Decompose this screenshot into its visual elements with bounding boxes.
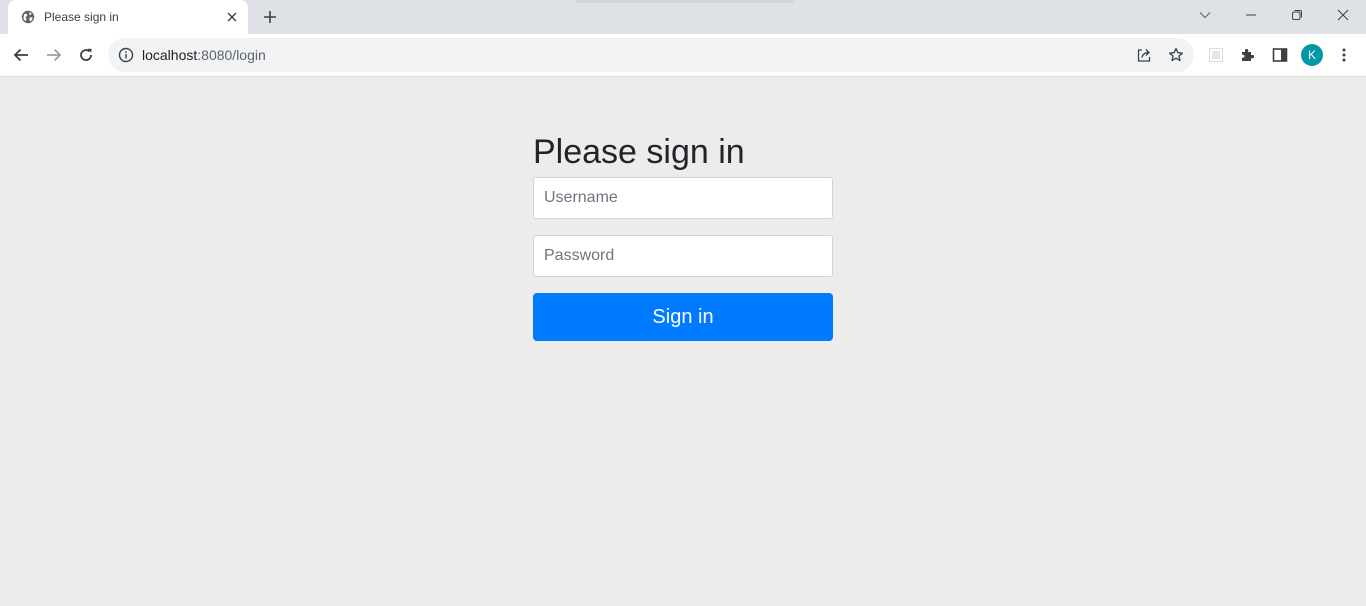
tab-strip: Please sign in [0,0,1366,34]
arrow-left-icon [13,48,28,62]
close-window-icon[interactable] [1320,0,1366,30]
username-input[interactable] [533,177,833,219]
sign-in-button[interactable]: Sign in [533,293,833,341]
kebab-menu-icon[interactable] [1332,43,1356,67]
side-panel-icon[interactable] [1268,43,1292,67]
tab-title: Please sign in [44,10,119,24]
browser-toolbar: localhost:8080/login K [0,34,1366,77]
reload-icon [80,48,92,61]
address-bar[interactable]: localhost:8080/login [108,38,1194,72]
chevron-down-icon[interactable] [1182,0,1228,30]
tab-drag-area [575,0,795,3]
browser-tab[interactable]: Please sign in [8,0,248,34]
puzzle-icon[interactable] [1236,43,1260,67]
minimize-icon[interactable] [1228,0,1274,30]
info-icon[interactable] [118,47,134,63]
plus-icon[interactable] [260,7,280,27]
close-icon[interactable] [224,9,240,25]
back-button[interactable] [9,43,33,67]
globe-icon [21,10,35,24]
forward-button[interactable] [42,43,66,67]
restore-icon[interactable] [1274,0,1320,30]
url-host: localhost [142,47,198,63]
page-title: Please sign in [533,133,745,171]
url-path: :8080/login [197,47,266,63]
arrow-right-icon [47,48,62,62]
url-text: localhost:8080/login [142,47,266,63]
avatar[interactable]: K [1301,44,1323,66]
star-icon[interactable] [1166,45,1186,65]
extension-placeholder-icon[interactable] [1204,43,1228,67]
reload-button[interactable] [74,43,98,67]
password-input[interactable] [533,235,833,277]
sign-in-form: Please sign in Sign in [533,130,833,341]
share-icon[interactable] [1134,45,1154,65]
